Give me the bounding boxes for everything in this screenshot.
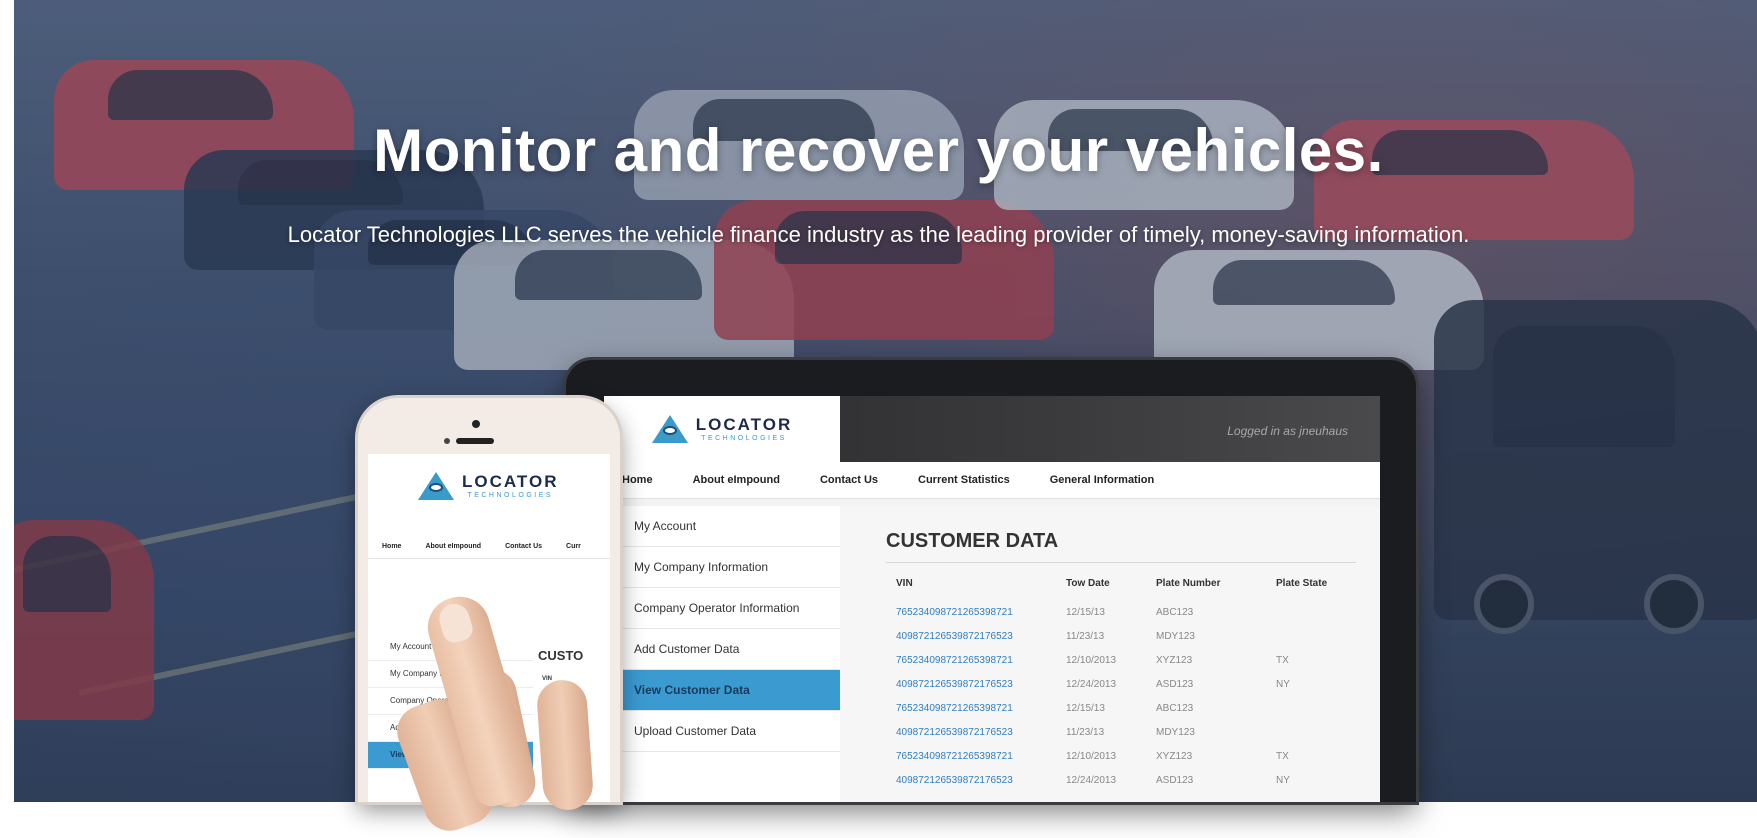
cell-plate-number: ASD123: [1156, 678, 1194, 690]
cell-plate-number: ASD123: [1156, 774, 1194, 786]
cell-plate-state: [1266, 600, 1346, 624]
cell-tow-date: 11/23/13: [1066, 630, 1105, 642]
cell-plate-number: XYZ123: [1156, 750, 1193, 762]
cell-vin[interactable]: 76523409872126539872​1: [886, 744, 1056, 768]
mobile-locator-logo[interactable]: LOCATOR TECHNOLOGIES: [418, 472, 558, 500]
sidebar-item-my-company-information[interactable]: My Company Information: [604, 547, 840, 588]
main-content: CUSTOMER DATA VIN Tow Date Plate Number …: [840, 506, 1380, 802]
cell-vin[interactable]: 76523409872126539872​1: [886, 648, 1056, 672]
table-row: 76523409872126539872​1 12/10/2013 XYZ123 TX: [886, 744, 1346, 768]
sidebar-item-my-account[interactable]: My Account: [604, 506, 840, 547]
logo-sub-text: TECHNOLOGIES: [467, 492, 554, 499]
nav-current-statistics[interactable]: Current Statistics: [918, 474, 1010, 486]
customer-data-table: VIN Tow Date Plate Number Plate State 76…: [886, 576, 1346, 792]
cell-tow-date: 12/10/2013: [1066, 654, 1117, 666]
cell-plate-number: MDY123: [1156, 630, 1195, 642]
cell-plate-state: [1266, 696, 1346, 720]
cell-tow-date: 12/15/13: [1066, 606, 1105, 618]
logged-in-status: Logged in as jneuhaus: [1227, 424, 1348, 438]
cell-tow-date: 12/15/13: [1066, 702, 1105, 714]
cell-plate-state: NY: [1276, 774, 1290, 786]
nav-current-statistics[interactable]: Curr: [566, 543, 581, 550]
column-header-plate-number: Plate Number: [1156, 577, 1221, 589]
sidebar-item-company-operator-information[interactable]: Company Operator Information: [604, 588, 840, 629]
camera-icon: [472, 420, 480, 428]
cell-plate-number: ABC123: [1156, 606, 1194, 618]
cell-plate-number: XYZ123: [1156, 654, 1193, 666]
nav-general-information[interactable]: General Information: [1050, 474, 1155, 486]
column-header-tow-date: Tow Date: [1066, 577, 1110, 589]
table-row: 40987212653987217652​3 12/24/2013 ASD123 NY: [886, 672, 1346, 696]
sidebar-item-add-customer-data[interactable]: Add Customer Data: [604, 629, 840, 670]
nav-home[interactable]: Home: [622, 474, 653, 486]
cell-plate-state: NY: [1276, 678, 1290, 690]
app-header: LOCATOR TECHNOLOGIES Logged in as jneuha…: [604, 396, 1380, 462]
table-row: 40987212653987217652​3 11/23/13 MDY123: [886, 624, 1346, 648]
table-row: 76523409872126539872​1 12/10/2013 XYZ123 TX: [886, 648, 1346, 672]
cell-vin[interactable]: 40987212653987217652​3: [886, 768, 1056, 792]
cell-tow-date: 12/24/2013: [1066, 678, 1117, 690]
table-row: 76523409872126539872​1 12/15/13 ABC123: [886, 696, 1346, 720]
nav-home[interactable]: Home: [382, 543, 401, 550]
table-row: 76523409872126539872​1 12/15/13 ABC123: [886, 600, 1346, 624]
cell-vin[interactable]: 40987212653987217652​3: [886, 624, 1056, 648]
nav-about-eimpound[interactable]: About eImpound: [693, 474, 780, 486]
speaker-grille: [456, 438, 494, 444]
hero-headline: Monitor and recover your vehicles.: [373, 117, 1384, 184]
cell-tow-date: 12/24/2013: [1066, 774, 1117, 786]
cell-vin[interactable]: 40987212653987217652​3: [886, 720, 1056, 744]
mobile-column-header-vin: VIN: [542, 676, 553, 682]
eye-pyramid-icon: [418, 472, 454, 500]
cell-tow-date: 11/23/13: [1066, 726, 1105, 738]
column-header-plate-state: Plate State: [1276, 577, 1328, 589]
sensor-dot: [444, 438, 450, 444]
cell-plate-state: [1266, 624, 1346, 648]
cell-vin[interactable]: 76523409872126539872​1: [886, 600, 1056, 624]
logo-main-text: LOCATOR: [462, 472, 559, 491]
top-nav: Home About eImpound Contact Us Current S…: [604, 462, 1380, 499]
sidebar-menu: My Account My Company Information Compan…: [604, 506, 840, 802]
cell-plate-state: [1266, 720, 1346, 744]
logo-main-text: LOCATOR: [695, 415, 793, 434]
column-header-vin: VIN: [896, 577, 913, 589]
locator-logo[interactable]: LOCATOR TECHNOLOGIES: [604, 396, 840, 462]
cell-plate-state: TX: [1276, 750, 1289, 762]
tablet-screen: LOCATOR TECHNOLOGIES Logged in as jneuha…: [604, 396, 1380, 802]
sidebar-item-view-customer-data[interactable]: View Customer Data: [604, 670, 840, 711]
cell-plate-number: MDY123: [1156, 726, 1195, 738]
tablet-device: LOCATOR TECHNOLOGIES Logged in as jneuha…: [566, 360, 1416, 802]
sidebar-item-upload-customer-data[interactable]: Upload Customer Data: [604, 711, 840, 752]
logo-sub-text: TECHNOLOGIES: [701, 435, 787, 442]
hand-finger-middle: [535, 678, 595, 812]
cell-tow-date: 12/10/2013: [1066, 750, 1117, 762]
divider: [886, 562, 1356, 563]
page-title: CUSTOMER DATA: [886, 530, 1059, 552]
table-row: 40987212653987217652​3 12/24/2013 ASD123 NY: [886, 768, 1346, 792]
nav-about-eimpound[interactable]: About eImpound: [425, 543, 481, 550]
mobile-top-nav: Home About eImpound Contact Us Curr: [368, 534, 610, 559]
cell-vin[interactable]: 76523409872126539872​1: [886, 696, 1056, 720]
table-header-row: VIN Tow Date Plate Number Plate State: [886, 576, 1346, 600]
cell-plate-state: TX: [1276, 654, 1289, 666]
eye-pyramid-icon: [651, 415, 688, 443]
table-row: 40987212653987217652​3 11/23/13 MDY123: [886, 720, 1346, 744]
hero-subheadline: Locator Technologies LLC serves the vehi…: [287, 222, 1470, 247]
cell-vin[interactable]: 40987212653987217652​3: [886, 672, 1056, 696]
nav-contact-us[interactable]: Contact Us: [820, 474, 878, 486]
mobile-page-title: CUSTO: [538, 648, 584, 663]
nav-contact-us[interactable]: Contact Us: [505, 543, 542, 550]
cell-plate-number: ABC123: [1156, 702, 1194, 714]
